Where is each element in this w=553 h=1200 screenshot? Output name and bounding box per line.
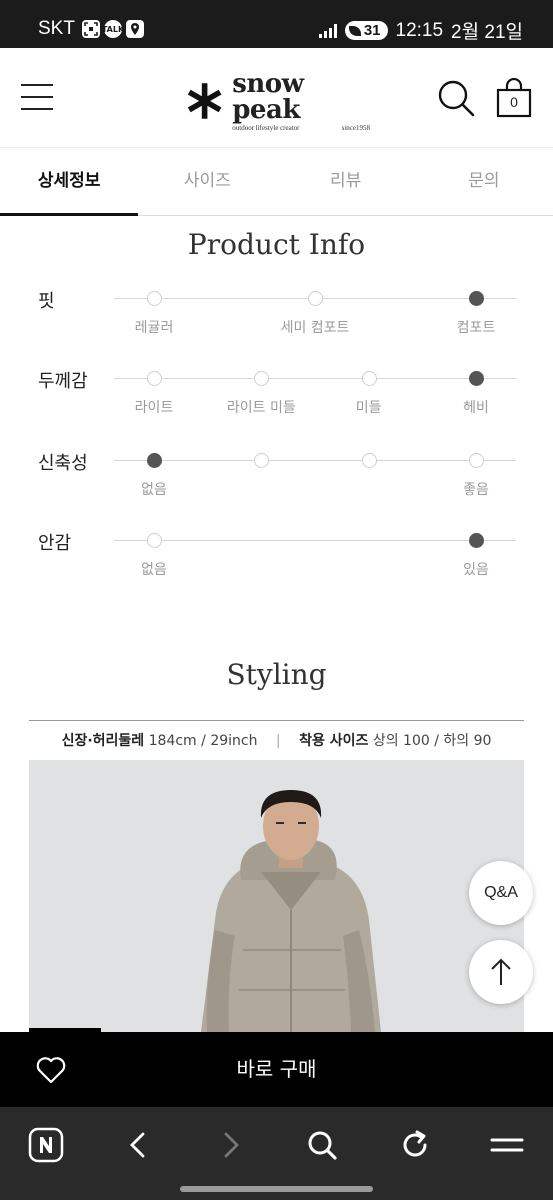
scale-line: [114, 378, 516, 379]
detail-tabs: 상세정보 사이즈 리뷰 문의: [0, 148, 553, 216]
tab-inquiry[interactable]: 문의: [415, 148, 553, 215]
height-waist-label: 신장·허리둘레: [61, 733, 145, 749]
logo-wordmark: snow peak outdoor lifestyle creator sinc…: [232, 71, 370, 132]
scale-option-label: 없음: [141, 562, 167, 578]
styling-divider: [29, 720, 524, 721]
scale-dot-selected: [147, 453, 162, 468]
attribute-name: 핏: [38, 291, 55, 312]
scale-line: [114, 460, 516, 461]
attribute-row: 두께감라이트 라이트 미들 미들 헤비: [0, 367, 553, 437]
cart-count-badge: 0: [510, 94, 518, 110]
product-info-title: Product Info: [187, 228, 366, 261]
attribute-name: 두께감: [38, 371, 88, 392]
hamburger-menu-icon[interactable]: [21, 82, 55, 112]
scale-option-label: 좋음: [463, 482, 489, 498]
menu-icon[interactable]: [487, 1125, 527, 1165]
size-label: 착용 사이즈: [299, 733, 369, 749]
naver-icon[interactable]: [26, 1125, 66, 1165]
scale-option-label: 세미 컴포트: [280, 320, 350, 336]
scale-option-label: 헤비: [463, 400, 489, 416]
search-icon[interactable]: [302, 1125, 342, 1165]
model-info: 신장·허리둘레 184cm / 29inch | 착용 사이즈 상의 100 /…: [0, 730, 553, 750]
brand-logo[interactable]: snow peak outdoor lifestyle creator sinc…: [185, 71, 370, 132]
scale-dot: [147, 533, 162, 548]
scale-dot: [147, 291, 162, 306]
clock: 12:15: [395, 19, 444, 41]
scale-dot-selected: [469, 533, 484, 548]
styling-photo: [29, 760, 524, 1032]
search-icon[interactable]: [436, 78, 476, 118]
logo-name: snow peak: [232, 68, 304, 125]
browser-toolbar: [0, 1107, 553, 1200]
carrier-label: SKT: [38, 18, 75, 39]
scale-dot-selected: [469, 371, 484, 386]
back-icon[interactable]: [118, 1125, 158, 1165]
arrow-up-icon: [491, 958, 511, 985]
attribute-row: 핏레귤러 세미 컴포트 컴포트: [0, 287, 553, 357]
notification-icons: TALK: [82, 20, 144, 38]
home-indicator[interactable]: [180, 1186, 373, 1192]
buy-bar: 바로 구매: [0, 1032, 553, 1107]
snowflake-icon: [187, 83, 222, 119]
map-pin-icon: [126, 20, 144, 38]
logo-tagline: outdoor lifestyle creator: [232, 123, 300, 132]
screen-capture-icon: [82, 20, 100, 38]
tab-review[interactable]: 리뷰: [277, 148, 415, 215]
scale-option-label: 라이트 미들: [226, 400, 296, 416]
scale-dot: [147, 371, 162, 386]
scale-dot: [254, 453, 270, 468]
scale-dot: [308, 291, 323, 306]
talk-icon: TALK: [102, 20, 124, 38]
scale-option-label: 있음: [463, 562, 489, 578]
buy-now-button[interactable]: 바로 구매: [140, 1032, 413, 1107]
scale-option-label: 컴포트: [456, 320, 496, 336]
battery-indicator: 31: [344, 21, 388, 40]
attribute-row: 신축성없음 좋음: [0, 449, 553, 519]
scale-dot: [254, 371, 270, 386]
logo-subline: outdoor lifestyle creator since1958: [232, 124, 370, 132]
scale-dot: [361, 371, 377, 386]
cart-button[interactable]: 0: [496, 77, 532, 118]
heart-icon[interactable]: [36, 1056, 66, 1084]
model-figure: [29, 760, 524, 1032]
size-value: 상의 100 / 하의 90: [372, 733, 492, 749]
scale-dot-selected: [469, 291, 484, 306]
logo-since: since1958: [341, 123, 370, 132]
app-header: snow peak outdoor lifestyle creator sinc…: [0, 48, 553, 148]
status-right: 31 12:15 2월 21일: [318, 17, 523, 44]
battery-saver-icon: [348, 25, 361, 36]
forward-icon[interactable]: [211, 1125, 251, 1165]
date: 2월 21일: [451, 22, 523, 43]
qa-button[interactable]: Q&A: [469, 861, 533, 925]
scale-dot: [469, 453, 484, 468]
scale-option-label: 라이트: [134, 400, 174, 416]
scale-option-label: 미들: [355, 400, 382, 416]
scale-option-label: 없음: [141, 482, 167, 498]
attribute-name: 안감: [38, 533, 72, 554]
tab-size[interactable]: 사이즈: [138, 148, 276, 215]
scale-dot: [361, 453, 377, 468]
scale-line: [114, 540, 516, 541]
attribute-row: 안감없음 있음: [0, 529, 553, 599]
tab-detail-info[interactable]: 상세정보: [0, 148, 139, 216]
signal-icon: [318, 23, 337, 38]
attribute-name: 신축성: [38, 453, 88, 474]
battery-level: 31: [363, 22, 381, 39]
refresh-icon[interactable]: [395, 1125, 435, 1165]
status-bar: SKT TALK 31 12:15 2월 21일: [0, 0, 553, 48]
styling-title: Styling: [226, 658, 327, 691]
info-separator: |: [275, 733, 281, 749]
height-waist-value: 184cm / 29inch: [148, 733, 258, 749]
scale-option-label: 레귤러: [134, 320, 174, 336]
scroll-top-button[interactable]: [469, 940, 533, 1004]
